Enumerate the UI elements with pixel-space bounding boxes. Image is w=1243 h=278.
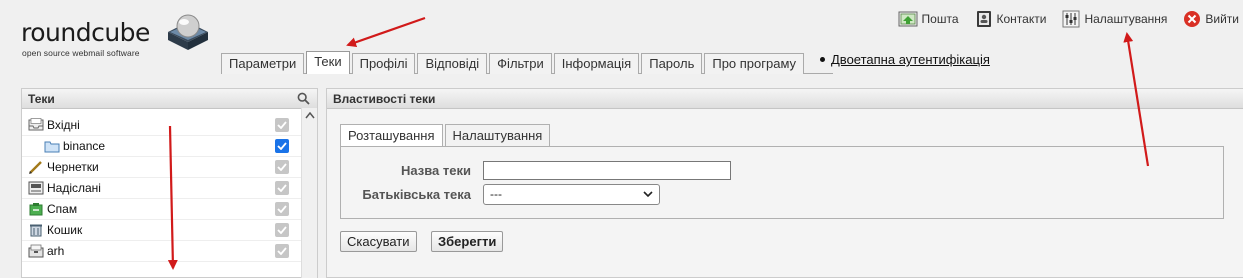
subscription-checkbox[interactable]	[275, 139, 289, 153]
parent-folder-label: Батьківська тека	[362, 187, 471, 202]
mail-icon	[898, 11, 918, 27]
roundcube-logo[interactable]: roundcube open source webmail software	[18, 8, 208, 58]
top-navigation: Пошта Контакти Налаштування Вийти	[882, 8, 1239, 30]
folder-label: Кошик	[47, 223, 83, 237]
tab-password[interactable]: Пароль	[641, 53, 703, 74]
subscription-checkbox	[275, 223, 289, 237]
nav-mail-button[interactable]: Пошта	[898, 10, 959, 28]
folder-list: Вхідні binance Чернетки Надіслані Спам К…	[22, 115, 302, 262]
folder-row-archive[interactable]: arh	[22, 241, 302, 262]
logo-tagline: open source webmail software	[22, 48, 140, 58]
folder-row-inbox[interactable]: Вхідні	[22, 115, 302, 136]
folder-name-row: Назва теки	[341, 161, 731, 180]
parent-folder-select[interactable]: ---	[483, 184, 660, 205]
search-icon[interactable]	[297, 92, 310, 105]
tab-info[interactable]: Інформація	[553, 53, 640, 74]
cancel-button[interactable]: Скасувати	[340, 231, 417, 252]
nav-contacts-label: Контакти	[996, 12, 1047, 26]
tab-about[interactable]: Про програму	[704, 53, 805, 74]
roundcube-mark-icon	[168, 14, 208, 50]
spam-icon	[29, 203, 43, 216]
nav-settings-label: Налаштування	[1084, 12, 1168, 26]
tab-folders[interactable]: Теки	[306, 51, 350, 74]
folders-panel-title: Теки	[28, 92, 55, 106]
nav-settings-button[interactable]: Налаштування	[1062, 10, 1167, 28]
logo-wordmark: roundcube	[21, 18, 150, 47]
tab-responses[interactable]: Відповіді	[417, 53, 488, 74]
nav-logout-button[interactable]: Вийти	[1183, 10, 1239, 28]
twofa-link[interactable]: Двоетапна аутентифікація	[831, 52, 990, 67]
save-button[interactable]: Зберегти	[431, 231, 504, 252]
logout-icon	[1184, 11, 1201, 27]
folder-label: arh	[47, 244, 65, 258]
subscription-checkbox	[275, 244, 289, 258]
settings-icon	[1062, 10, 1080, 28]
folder-icon	[44, 141, 60, 152]
tab-location[interactable]: Розташування	[340, 124, 443, 146]
nav-logout-label: Вийти	[1205, 12, 1239, 26]
folders-panel-header: Теки	[22, 89, 317, 109]
parent-folder-row: Батьківська тека ---	[341, 184, 660, 205]
subscription-checkbox	[275, 202, 289, 216]
tab-identities[interactable]: Профілі	[351, 53, 416, 74]
folder-label: binance	[63, 139, 106, 153]
folder-label: Надіслані	[47, 181, 101, 195]
folder-name-input[interactable]	[483, 161, 731, 180]
tab-filters[interactable]: Фільтри	[489, 53, 552, 74]
arrow-to-folders-tab	[346, 16, 426, 48]
twofa-item: Двоетапна аутентифікація	[820, 52, 990, 67]
folder-row-binance[interactable]: binance	[22, 136, 302, 157]
drafts-icon	[29, 161, 42, 174]
nav-contacts-button[interactable]: Контакти	[975, 10, 1047, 28]
folder-properties-panel: Властивості теки Розташування Налаштуван…	[326, 88, 1243, 278]
folder-row-spam[interactable]: Спам	[22, 199, 302, 220]
folder-label: Вхідні	[47, 118, 80, 132]
tab-preferences[interactable]: Параметри	[221, 53, 305, 74]
subscription-checkbox	[275, 160, 289, 174]
settings-tabs: Параметри Теки Профілі Відповіді Фільтри…	[221, 51, 806, 74]
chevron-down-icon	[643, 191, 653, 198]
folder-row-trash[interactable]: Кошик	[22, 220, 302, 241]
archive-icon	[28, 244, 44, 258]
nav-mail-label: Пошта	[921, 12, 959, 26]
inbox-icon	[28, 118, 44, 131]
folder-row-drafts[interactable]: Чернетки	[22, 157, 302, 178]
folder-label: Чернетки	[47, 160, 99, 174]
subscription-checkbox	[275, 181, 289, 195]
properties-panel-title: Властивості теки	[333, 92, 436, 106]
sent-icon	[28, 181, 44, 195]
trash-icon	[30, 224, 42, 237]
folders-scrollbar[interactable]	[301, 108, 317, 278]
scroll-up-icon[interactable]	[305, 112, 315, 119]
properties-tabs: Розташування Налаштування	[340, 124, 552, 146]
tab-folder-settings[interactable]: Налаштування	[444, 124, 551, 146]
contacts-icon	[976, 11, 991, 27]
parent-folder-value: ---	[490, 187, 502, 201]
bullet-icon	[820, 57, 825, 62]
folder-row-sent[interactable]: Надіслані	[22, 178, 302, 199]
subscription-checkbox	[275, 118, 289, 132]
folders-panel: Теки Вхідні binance Чернетки Надіслані С…	[21, 88, 318, 278]
properties-panel-header: Властивості теки	[327, 89, 1243, 109]
location-fieldset: Назва теки Батьківська тека ---	[340, 146, 1224, 219]
folder-name-label: Назва теки	[401, 163, 471, 178]
folder-label: Спам	[47, 202, 78, 216]
